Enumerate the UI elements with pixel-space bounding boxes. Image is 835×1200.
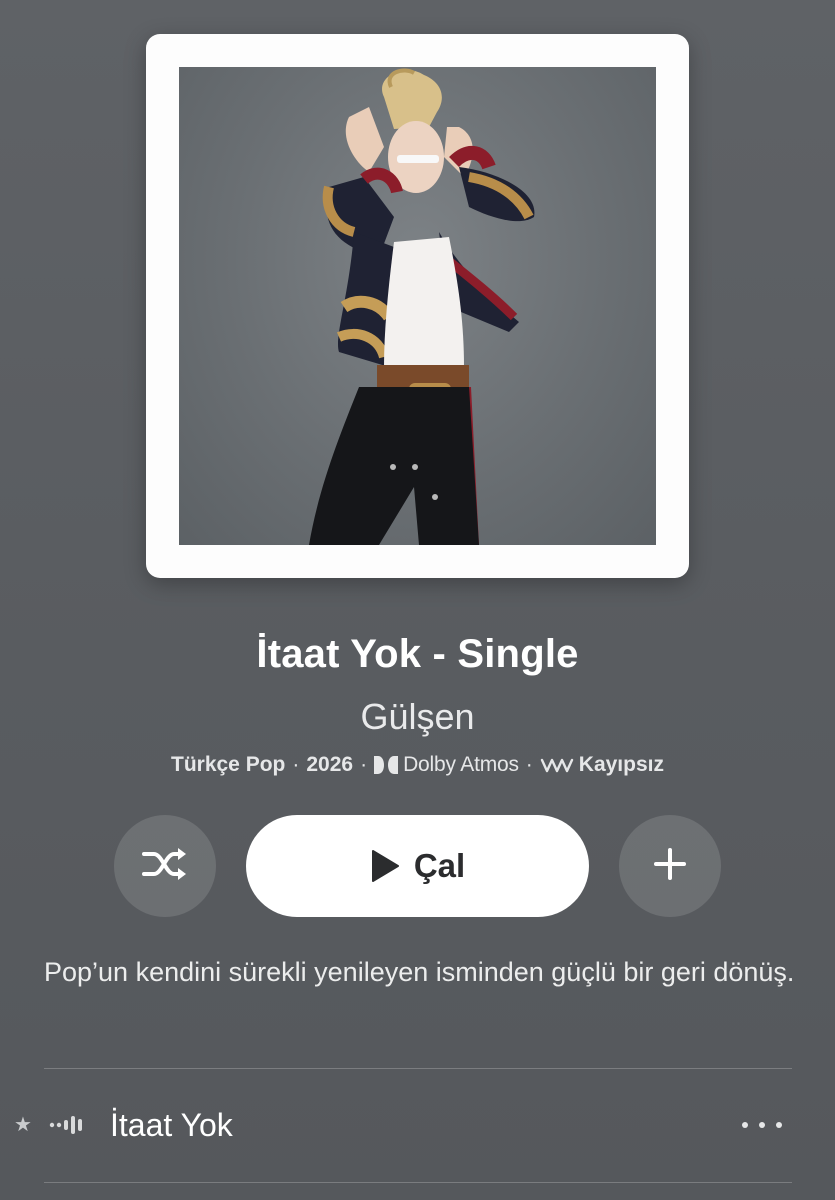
album-artwork[interactable] xyxy=(179,67,656,545)
artwork-illustration xyxy=(309,68,535,545)
meta-separator: · xyxy=(360,753,368,776)
year-label: 2026 xyxy=(306,753,354,776)
album-metadata: Türkçe Pop · 2026 · Dolby Atmos · Kayıps… xyxy=(0,753,835,777)
plus-icon xyxy=(652,846,688,887)
lossless-icon xyxy=(540,756,574,774)
meta-separator: · xyxy=(525,753,533,776)
play-icon xyxy=(370,849,400,883)
add-to-library-button[interactable] xyxy=(619,815,721,917)
shuffle-icon xyxy=(140,844,190,889)
track-title: İtaat Yok xyxy=(110,1107,233,1143)
album-title: İtaat Yok - Single xyxy=(256,632,579,676)
ellipsis-icon[interactable] xyxy=(742,1115,782,1135)
album-description: Pop’un kendini sürekli yenileyen isminde… xyxy=(44,957,795,987)
shuffle-button[interactable] xyxy=(114,815,216,917)
tracklist-divider xyxy=(44,1182,792,1183)
track-row[interactable]: ★ İtaat Yok xyxy=(0,1069,835,1182)
play-button-label: Çal xyxy=(413,847,466,884)
meta-separator: · xyxy=(292,753,300,776)
dolby-atmos-label: Dolby Atmos xyxy=(403,753,519,776)
lossless-label: Kayıpsız xyxy=(578,753,664,776)
favorite-star-icon: ★ xyxy=(14,1114,32,1136)
play-button[interactable]: Çal xyxy=(246,815,589,917)
album-artwork-frame xyxy=(146,34,689,578)
dolby-icon xyxy=(374,756,399,774)
waveform-icon xyxy=(49,1113,87,1142)
artist-name-link[interactable]: Gülşen xyxy=(0,696,835,738)
album-page: İtaat Yok - Single Gülşen Türkçe Pop · 2… xyxy=(0,0,835,1200)
genre-label: Türkçe Pop xyxy=(171,753,286,776)
